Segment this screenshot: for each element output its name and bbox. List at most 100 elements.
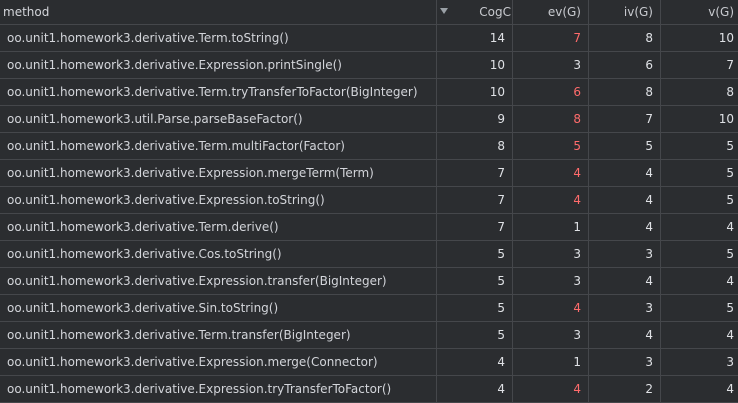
column-header-iv[interactable]: iv(G) <box>589 0 661 24</box>
cell-cogc: 9 <box>437 106 513 132</box>
table-row[interactable]: oo.unit1.homework3.derivative.Sin.toStri… <box>0 295 738 322</box>
cell-ev: 1 <box>513 214 589 240</box>
cell-iv-text: 7 <box>645 112 653 126</box>
cell-cogc-text: 7 <box>497 166 505 180</box>
cell-iv-text: 4 <box>645 166 653 180</box>
cell-iv-text: 2 <box>645 382 653 396</box>
cell-cogc: 14 <box>437 25 513 51</box>
table-row[interactable]: oo.unit1.homework3.derivative.Term.tryTr… <box>0 79 738 106</box>
column-header-method[interactable]: method <box>0 0 437 24</box>
cell-ev-text: 7 <box>573 31 581 45</box>
table-row[interactable]: oo.unit1.homework3.util.Parse.parseBaseF… <box>0 106 738 133</box>
table-row[interactable]: oo.unit1.homework3.derivative.Expression… <box>0 187 738 214</box>
cell-iv: 3 <box>589 295 661 321</box>
column-header-ev[interactable]: ev(G) <box>513 0 589 24</box>
cell-cogc-text: 5 <box>497 328 505 342</box>
cell-cogc: 7 <box>437 214 513 240</box>
cell-cogc: 4 <box>437 349 513 375</box>
cell-ev-text: 4 <box>573 166 581 180</box>
cell-ev-text: 8 <box>573 112 581 126</box>
table-row[interactable]: oo.unit1.homework3.derivative.Term.trans… <box>0 322 738 349</box>
cell-method: oo.unit1.homework3.derivative.Expression… <box>0 52 437 78</box>
cell-ev-text: 1 <box>573 220 581 234</box>
cell-method-text: oo.unit1.homework3.derivative.Cos.toStri… <box>7 247 282 261</box>
cell-cogc-text: 5 <box>497 274 505 288</box>
cell-method: oo.unit1.homework3.derivative.Sin.toStri… <box>0 295 437 321</box>
metrics-table: method CogC ev(G) iv(G) v(G) oo.unit1.ho… <box>0 0 738 403</box>
cell-method-text: oo.unit1.homework3.derivative.Term.trans… <box>7 328 351 342</box>
column-header-cogc-label: CogC <box>479 5 511 19</box>
cell-iv-text: 5 <box>645 139 653 153</box>
cell-ev: 6 <box>513 79 589 105</box>
cell-method: oo.unit1.homework3.derivative.Cos.toStri… <box>0 241 437 267</box>
cell-cogc-text: 8 <box>497 139 505 153</box>
cell-iv-text: 4 <box>645 193 653 207</box>
cell-cogc: 7 <box>437 187 513 213</box>
cell-v: 8 <box>661 79 738 105</box>
cell-ev: 5 <box>513 133 589 159</box>
cell-method: oo.unit1.homework3.derivative.Term.trans… <box>0 322 437 348</box>
cell-v: 5 <box>661 160 738 186</box>
cell-ev: 1 <box>513 349 589 375</box>
cell-iv-text: 4 <box>645 328 653 342</box>
cell-iv: 7 <box>589 106 661 132</box>
column-header-ev-label: ev(G) <box>547 5 581 19</box>
cell-iv: 6 <box>589 52 661 78</box>
table-row[interactable]: oo.unit1.homework3.derivative.Term.multi… <box>0 133 738 160</box>
cell-ev: 4 <box>513 160 589 186</box>
cell-cogc-text: 14 <box>489 31 505 45</box>
table-row[interactable]: oo.unit1.homework3.derivative.Expression… <box>0 160 738 187</box>
table-row[interactable]: oo.unit1.homework3.derivative.Expression… <box>0 268 738 295</box>
cell-iv-text: 8 <box>645 85 653 99</box>
cell-cogc-text: 7 <box>497 220 505 234</box>
column-header-v[interactable]: v(G) <box>661 0 738 24</box>
cell-ev-text: 3 <box>573 274 581 288</box>
cell-method: oo.unit1.homework3.derivative.Term.tryTr… <box>0 79 437 105</box>
cell-v-text: 10 <box>718 31 734 45</box>
cell-iv: 4 <box>589 187 661 213</box>
cell-method-text: oo.unit1.homework3.derivative.Term.toStr… <box>7 31 289 45</box>
cell-v-text: 5 <box>726 166 734 180</box>
cell-v-text: 5 <box>726 301 734 315</box>
cell-method: oo.unit1.homework3.derivative.Expression… <box>0 160 437 186</box>
cell-cogc-text: 4 <box>497 355 505 369</box>
cell-v-text: 4 <box>726 220 734 234</box>
cell-iv: 3 <box>589 241 661 267</box>
cell-v: 7 <box>661 52 738 78</box>
cell-iv: 3 <box>589 349 661 375</box>
cell-method-text: oo.unit1.homework3.derivative.Term.tryTr… <box>7 85 418 99</box>
cell-cogc: 5 <box>437 241 513 267</box>
table-row[interactable]: oo.unit1.homework3.derivative.Expression… <box>0 376 738 403</box>
cell-method-text: oo.unit1.homework3.derivative.Expression… <box>7 193 325 207</box>
table-row[interactable]: oo.unit1.homework3.derivative.Expression… <box>0 52 738 79</box>
cell-ev: 3 <box>513 241 589 267</box>
cell-iv: 4 <box>589 268 661 294</box>
cell-cogc: 10 <box>437 52 513 78</box>
cell-v: 4 <box>661 268 738 294</box>
cell-iv: 4 <box>589 322 661 348</box>
cell-cogc-text: 5 <box>497 301 505 315</box>
cell-iv: 8 <box>589 25 661 51</box>
cell-method-text: oo.unit1.homework3.derivative.Term.multi… <box>7 139 345 153</box>
cell-method-text: oo.unit1.homework3.util.Parse.parseBaseF… <box>7 112 303 126</box>
cell-v: 10 <box>661 25 738 51</box>
column-header-cogc[interactable]: CogC <box>437 0 513 24</box>
cell-ev: 7 <box>513 25 589 51</box>
cell-cogc: 5 <box>437 295 513 321</box>
table-row[interactable]: oo.unit1.homework3.derivative.Term.toStr… <box>0 25 738 52</box>
table-row[interactable]: oo.unit1.homework3.derivative.Expression… <box>0 349 738 376</box>
cell-iv-text: 6 <box>645 58 653 72</box>
cell-v-text: 5 <box>726 139 734 153</box>
cell-ev: 3 <box>513 268 589 294</box>
table-row[interactable]: oo.unit1.homework3.derivative.Term.deriv… <box>0 214 738 241</box>
cell-method: oo.unit1.homework3.derivative.Expression… <box>0 349 437 375</box>
cell-v: 5 <box>661 133 738 159</box>
cell-method: oo.unit1.homework3.derivative.Expression… <box>0 187 437 213</box>
cell-ev-text: 4 <box>573 382 581 396</box>
cell-iv-text: 4 <box>645 274 653 288</box>
table-row[interactable]: oo.unit1.homework3.derivative.Cos.toStri… <box>0 241 738 268</box>
cell-cogc: 4 <box>437 376 513 402</box>
cell-ev-text: 1 <box>573 355 581 369</box>
column-header-method-label: method <box>3 5 50 19</box>
cell-method-text: oo.unit1.homework3.derivative.Sin.toStri… <box>7 301 279 315</box>
